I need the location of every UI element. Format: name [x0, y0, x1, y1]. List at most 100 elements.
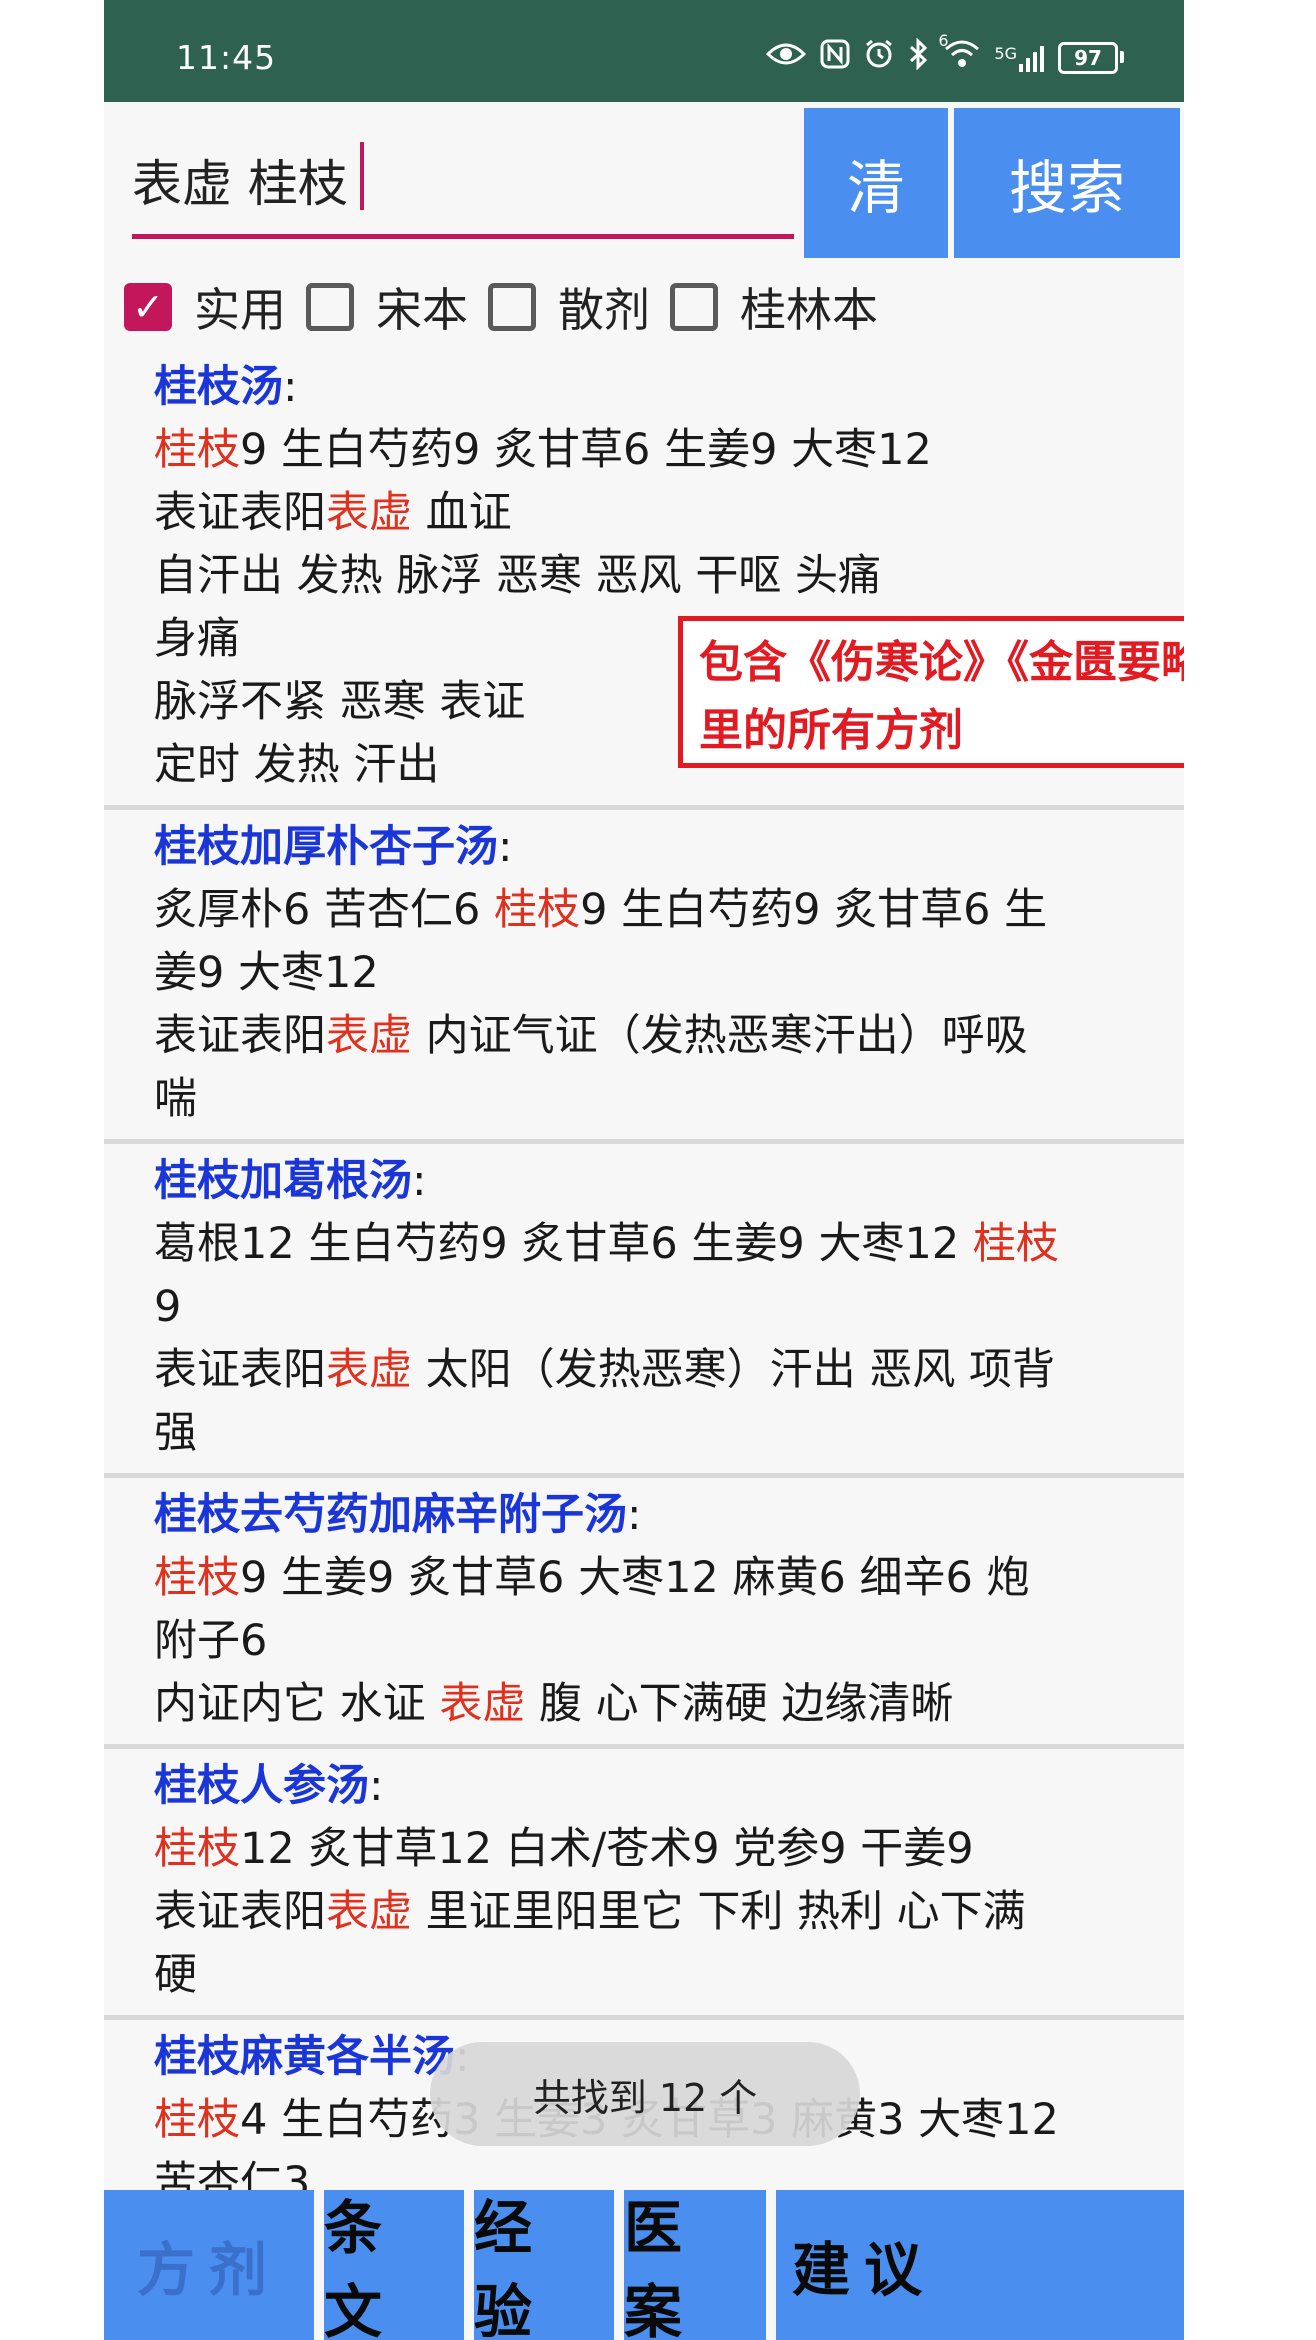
status-bar: 11:45 6 5G 97 — [104, 0, 1184, 102]
eye-icon — [766, 40, 807, 76]
formula-detail-line: 喘 — [154, 1068, 1140, 1131]
formula-title-line: 桂枝去芍药加麻辛附子汤: — [154, 1484, 1140, 1547]
cellular-signal-icon: 5G — [994, 44, 1044, 72]
formula-detail-line: 内证内它 水证 表虚 腹 心下满硬 边缘清晰 — [154, 1673, 1140, 1736]
formula-detail-line: 炙厚朴6 苦杏仁6 桂枝9 生白芍药9 炙甘草6 生 — [154, 879, 1140, 942]
formula-detail-line: 自汗出 发热 脉浮 恶寒 恶风 干呕 头痛 — [154, 545, 1140, 608]
detail-text: 身痛 — [154, 614, 240, 664]
formula-title-line: 桂枝加葛根汤: — [154, 1150, 1140, 1213]
nfc-icon — [820, 39, 850, 77]
detail-text: 9 生白芍药9 炙甘草6 生姜9 大枣12 — [240, 425, 932, 475]
filter-shiyong[interactable]: ✓ 实用 — [124, 274, 286, 340]
wifi-badge: 6 — [938, 31, 949, 50]
alarm-icon — [864, 39, 894, 77]
highlighted-term: 桂枝 — [154, 1824, 240, 1874]
bluetooth-icon — [908, 37, 930, 78]
annotation-line: 包含《伤寒论》《金匮要略》 — [699, 637, 1184, 688]
formula-card[interactable]: 桂枝人参汤: 桂枝12 炙甘草12 白术/苍术9 党参9 干姜9 表证表阳表虚 里证… — [104, 1749, 1184, 2020]
formula-detail-line: 表证表阳表虚 内证气证（发热恶寒汗出）呼吸 — [154, 1005, 1140, 1068]
detail-text: 苦杏仁3 — [154, 2158, 311, 2190]
tab-jianyi[interactable]: 建议 — [776, 2190, 1184, 2340]
app-screen: 11:45 6 5G 97 表虚 桂枝 清 搜索 ✓ 实用 宋本 散剂 桂林本 … — [104, 0, 1184, 2340]
formula-detail-line: 姜9 大枣12 — [154, 942, 1140, 1005]
detail-text: 里证里阳里它 下利 热利 心下满 — [412, 1887, 1026, 1937]
detail-text: 脉浮不紧 恶寒 表证 — [154, 677, 526, 727]
search-value: 表虚 桂枝 — [132, 155, 348, 213]
formula-colon: : — [498, 822, 513, 872]
formula-card[interactable]: 桂枝加葛根汤: 葛根12 生白芍药9 炙甘草6 生姜9 大枣12 桂枝 9 表证表阳表… — [104, 1144, 1184, 1478]
formula-detail-line: 9 — [154, 1276, 1140, 1339]
formula-name[interactable]: 桂枝去芍药加麻辛附子汤 — [154, 1490, 627, 1540]
formula-detail-line: 桂枝12 炙甘草12 白术/苍术9 党参9 干姜9 — [154, 1818, 1140, 1881]
detail-text: 表证表阳 — [154, 1345, 326, 1395]
annotation-line: 里的所有方剂 — [699, 705, 963, 756]
filter-label: 散剂 — [558, 283, 650, 337]
highlighted-term: 桂枝 — [154, 1553, 240, 1603]
detail-text: 炙厚朴6 苦杏仁6 — [154, 885, 495, 935]
detail-text: 定时 发热 汗出 — [154, 740, 440, 790]
checkbox-unchecked-icon[interactable] — [670, 283, 718, 331]
search-button[interactable]: 搜索 — [954, 108, 1180, 258]
formula-name[interactable]: 桂枝加厚朴杏子汤 — [154, 822, 498, 872]
detail-text: 喘 — [154, 1074, 197, 1124]
filter-row: ✓ 实用 宋本 散剂 桂林本 — [124, 272, 898, 342]
search-input[interactable]: 表虚 桂枝 — [122, 108, 804, 258]
checkbox-checked-icon[interactable]: ✓ — [124, 283, 172, 331]
formula-card[interactable]: 桂枝去芍药加麻辛附子汤: 桂枝9 生姜9 炙甘草6 大枣12 麻黄6 细辛6 炮附… — [104, 1478, 1184, 1749]
formula-detail-line: 表证表阳表虚 太阳（发热恶寒）汗出 恶风 项背 — [154, 1339, 1140, 1402]
detail-text: 硬 — [154, 1950, 197, 2000]
formula-detail-line: 葛根12 生白芍药9 炙甘草6 生姜9 大枣12 桂枝 — [154, 1213, 1140, 1276]
checkbox-unchecked-icon[interactable] — [488, 283, 536, 331]
detail-text: 表证表阳 — [154, 1887, 326, 1937]
detail-text: 强 — [154, 1408, 197, 1458]
formula-colon: : — [412, 1156, 427, 1206]
detail-text: 太阳（发热恶寒）汗出 恶风 项背 — [412, 1345, 1056, 1395]
wifi-icon: 6 — [938, 31, 980, 77]
tab-jingyan[interactable]: 经验 — [474, 2190, 614, 2340]
formula-detail-line: 表证表阳表虚 里证里阳里它 下利 热利 心下满 — [154, 1881, 1140, 1944]
detail-text: 表证表阳 — [154, 488, 326, 538]
filter-songben[interactable]: 宋本 — [306, 274, 468, 340]
tab-fangji[interactable]: 方剂 — [104, 2190, 314, 2340]
detail-text: 9 — [154, 1282, 182, 1332]
result-count-toast: 共找到 12 个 — [430, 2042, 860, 2146]
formula-name[interactable]: 桂枝汤 — [154, 362, 283, 412]
filter-label: 宋本 — [376, 283, 468, 337]
formula-title-line: 桂枝人参汤: — [154, 1755, 1140, 1818]
detail-text: 葛根12 生白芍药9 炙甘草6 生姜9 大枣12 — [154, 1219, 973, 1269]
formula-colon: : — [627, 1490, 642, 1540]
tab-tiaowen[interactable]: 条文 — [324, 2190, 464, 2340]
formula-name[interactable]: 桂枝加葛根汤 — [154, 1156, 412, 1206]
highlighted-term: 表虚 — [326, 1011, 412, 1061]
detail-text: 表证表阳 — [154, 1011, 326, 1061]
status-icons: 6 5G 97 — [766, 31, 1124, 78]
formula-detail-line: 表证表阳表虚 血证 — [154, 482, 1140, 545]
highlighted-term: 表虚 — [326, 488, 412, 538]
filter-label: 桂林本 — [740, 283, 878, 337]
filter-label: 实用 — [194, 283, 286, 337]
battery-level: 97 — [1074, 46, 1102, 70]
tab-yian[interactable]: 医案 — [624, 2190, 766, 2340]
formula-name[interactable]: 桂枝人参汤 — [154, 1761, 369, 1811]
formula-detail-line: 附子6 — [154, 1610, 1140, 1673]
detail-text: 内证内它 水证 — [154, 1679, 440, 1729]
annotation-box: 包含《伤寒论》《金匮要略》 里的所有方剂 — [678, 616, 1184, 768]
checkbox-unchecked-icon[interactable] — [306, 283, 354, 331]
formula-card[interactable]: 桂枝加厚朴杏子汤: 炙厚朴6 苦杏仁6 桂枝9 生白芍药9 炙甘草6 生姜9 大枣… — [104, 810, 1184, 1144]
text-caret — [360, 142, 364, 210]
bottom-nav: 方剂 条文 经验 医案 建议 — [104, 2190, 1184, 2340]
network-type: 5G — [994, 44, 1017, 63]
formula-name[interactable]: 桂枝麻黄各半汤 — [154, 2032, 455, 2082]
formula-title-line: 桂枝汤: — [154, 356, 1140, 419]
detail-text: 9 生姜9 炙甘草6 大枣12 麻黄6 细辛6 炮 — [240, 1553, 1030, 1603]
formula-detail-line: 硬 — [154, 1944, 1140, 2007]
filter-guilinben[interactable]: 桂林本 — [670, 274, 878, 340]
filter-sanji[interactable]: 散剂 — [488, 274, 650, 340]
highlighted-term: 表虚 — [326, 1887, 412, 1937]
detail-text: 姜9 大枣12 — [154, 948, 379, 998]
formula-detail-line: 强 — [154, 1402, 1140, 1465]
formula-colon: : — [283, 362, 298, 412]
clear-button[interactable]: 清 — [804, 108, 948, 258]
highlighted-term: 表虚 — [326, 1345, 412, 1395]
detail-text: 附子6 — [154, 1616, 268, 1666]
